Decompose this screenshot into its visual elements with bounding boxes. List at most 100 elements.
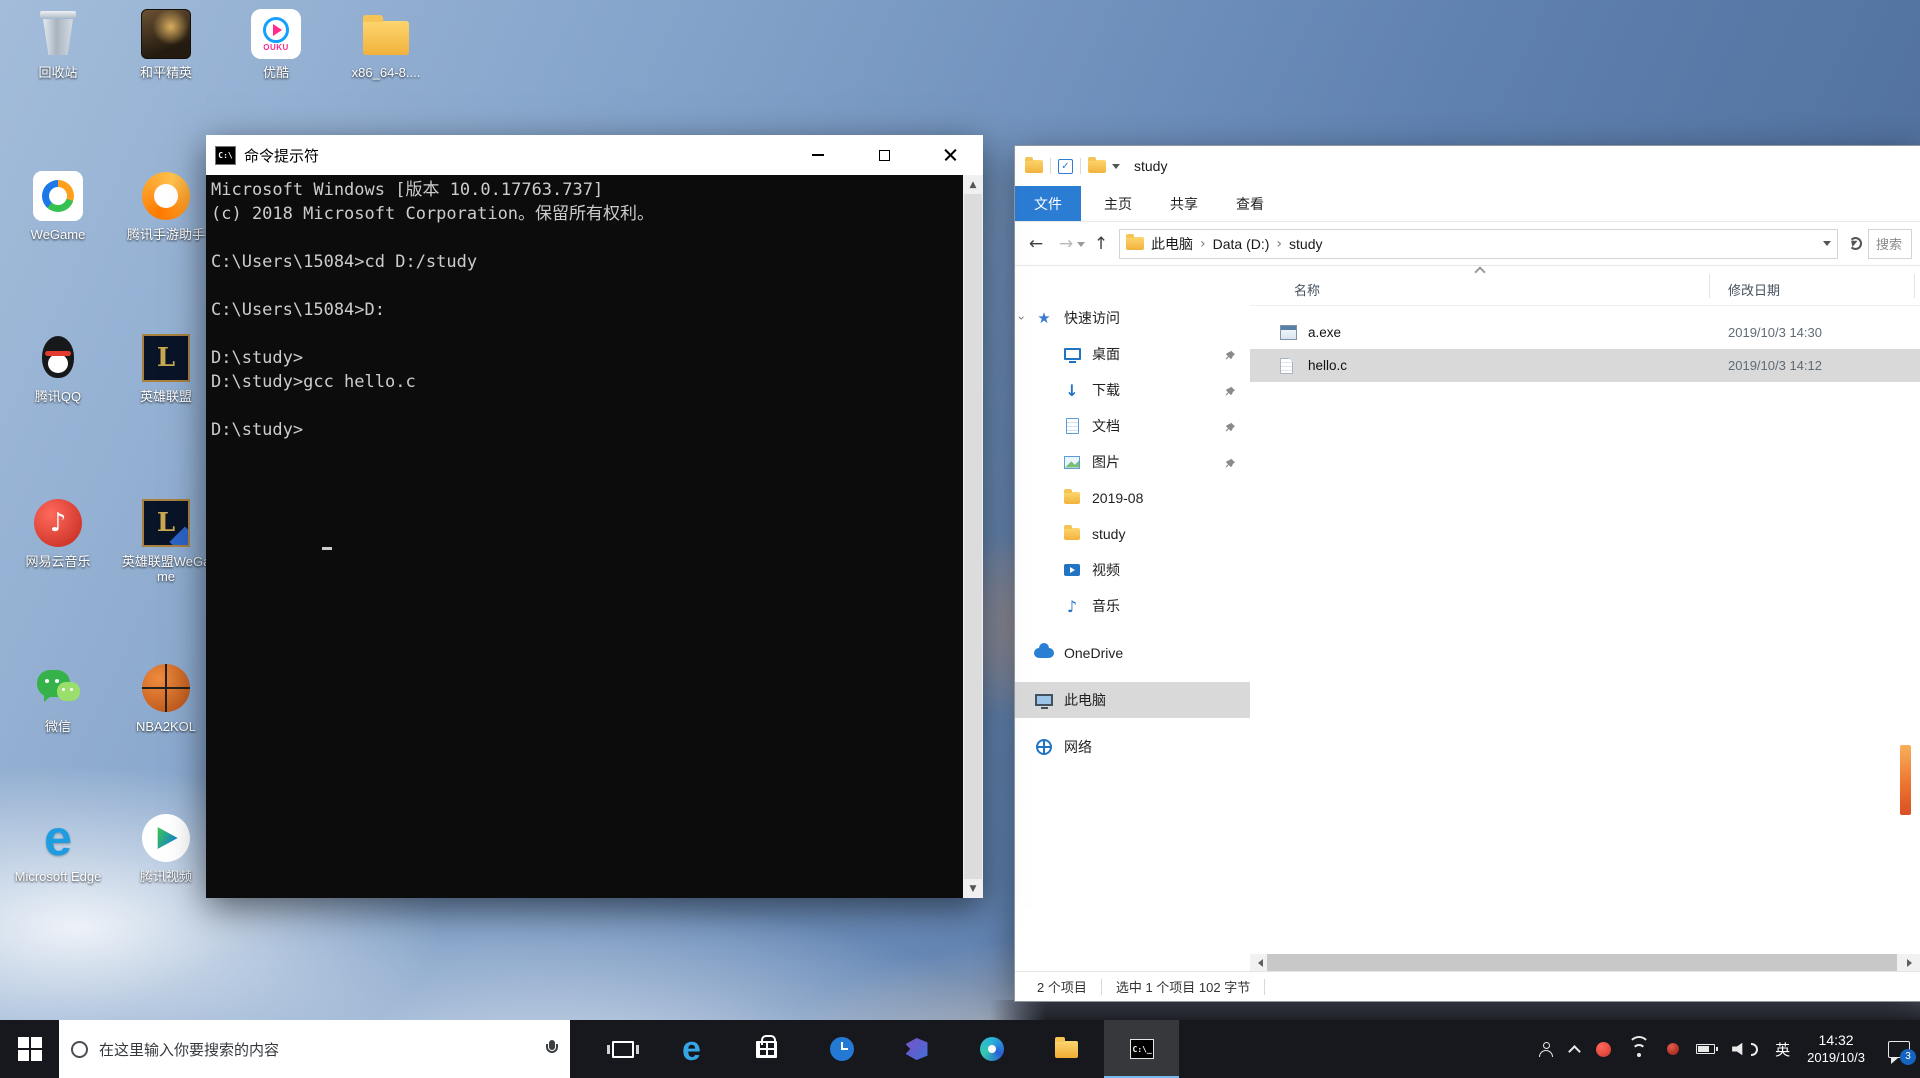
- explorer-main: › ★ 快速访问 桌面 ↓ 下载 文档 图片 2019-08 study 视频 …: [1015, 266, 1920, 971]
- task-view-button[interactable]: [592, 1020, 654, 1078]
- new-folder-icon[interactable]: [1088, 156, 1106, 173]
- cmd-window-title: 命令提示符: [244, 147, 320, 165]
- desktop-icon-peace-elite[interactable]: 和平精英: [118, 8, 214, 80]
- desktop-icon-edge[interactable]: e Microsoft Edge: [10, 810, 106, 884]
- desktop-icon-wechat[interactable]: 微信: [10, 662, 106, 734]
- divider: [1100, 978, 1102, 995]
- desktop-icon-recycle-bin[interactable]: 回收站: [10, 8, 106, 80]
- start-button[interactable]: [0, 1020, 59, 1078]
- column-divider[interactable]: [1709, 274, 1710, 298]
- up-button[interactable]: ↑: [1087, 234, 1115, 254]
- microphone-icon[interactable]: [546, 1040, 558, 1058]
- sidebar-item-network[interactable]: 网络: [1015, 729, 1250, 765]
- scroll-down-icon[interactable]: ▼: [963, 879, 983, 898]
- desktop-icon-wegame[interactable]: WeGame: [10, 170, 106, 242]
- battery-icon[interactable]: [1696, 1044, 1719, 1054]
- taskbar-app-swirl[interactable]: [954, 1020, 1029, 1078]
- properties-check-icon[interactable]: ✓: [1058, 158, 1073, 174]
- action-center-button[interactable]: 3: [1888, 1040, 1916, 1065]
- desktop-icon-lol[interactable]: L 英雄联盟: [118, 332, 214, 404]
- tab-view[interactable]: 查看: [1217, 186, 1283, 221]
- address-box[interactable]: 此电脑 › Data (D:) › study: [1119, 228, 1838, 259]
- sidebar-item-videos[interactable]: 视频: [1015, 552, 1250, 588]
- desktop-icon-tencent-mobile-helper[interactable]: 腾讯手游助手: [118, 170, 214, 242]
- taskbar-search-placeholder: 在这里输入你要搜索的内容: [99, 1041, 280, 1059]
- tray-app-small-red-icon[interactable]: [1667, 1043, 1680, 1055]
- system-tray: 英 14:32 2019/10/3 3: [1539, 1020, 1920, 1078]
- taskbar-app-cmd-active[interactable]: C:\_: [1104, 1020, 1179, 1078]
- cmd-vertical-scrollbar[interactable]: ▲ ▼: [963, 175, 983, 898]
- address-chevron-icon[interactable]: [1823, 241, 1831, 250]
- clock[interactable]: 14:32 2019/10/3: [1807, 1032, 1865, 1066]
- cmd-system-icon[interactable]: C:\: [215, 145, 236, 165]
- history-chevron-icon[interactable]: [1077, 242, 1085, 251]
- back-button[interactable]: ←: [1021, 234, 1051, 254]
- taskbar-app-clock[interactable]: [804, 1020, 879, 1078]
- onedrive-icon: [1033, 643, 1055, 658]
- taskbar-app-file-explorer[interactable]: [1029, 1020, 1104, 1078]
- explorer-titlebar[interactable]: ✓ study: [1015, 146, 1920, 186]
- cmd-scrollbar-thumb[interactable]: [964, 194, 982, 879]
- qat-customize-chevron-icon[interactable]: [1112, 163, 1120, 173]
- desktop-icon-nba2kol[interactable]: NBA2KOL: [118, 662, 214, 734]
- file-row-hello-c[interactable]: hello.c 2019/10/3 14:12: [1250, 349, 1920, 382]
- desktop-icon-x86-folder[interactable]: x86_64-8....: [338, 8, 434, 80]
- tab-home[interactable]: 主页: [1085, 186, 1151, 221]
- scroll-left-icon[interactable]: [1250, 954, 1267, 971]
- cmd-minimize-button[interactable]: [785, 135, 851, 175]
- sidebar-item-desktop[interactable]: 桌面: [1015, 336, 1250, 372]
- sidebar-item-documents[interactable]: 文档: [1015, 408, 1250, 444]
- column-header-date[interactable]: 修改日期: [1728, 280, 1780, 299]
- visual-studio-icon: [905, 1038, 928, 1060]
- breadcrumb-this-pc[interactable]: 此电脑: [1144, 234, 1200, 254]
- sidebar-item-this-pc[interactable]: 此电脑: [1015, 682, 1250, 718]
- language-indicator[interactable]: 英: [1775, 1039, 1790, 1060]
- people-button[interactable]: [1539, 1041, 1554, 1057]
- sidebar-item-downloads[interactable]: ↓ 下载: [1015, 372, 1250, 408]
- pin-icon: [1225, 456, 1236, 472]
- taskbar-app-edge[interactable]: e: [654, 1020, 729, 1078]
- column-header-name[interactable]: 名称: [1294, 280, 1320, 299]
- breadcrumb-drive-d[interactable]: Data (D:): [1206, 236, 1277, 252]
- desktop-icon-netease-music[interactable]: ♪ 网易云音乐: [10, 497, 106, 569]
- horizontal-scrollbar[interactable]: [1250, 954, 1920, 971]
- desktop-icon-label: 英雄联盟WeGame: [121, 554, 211, 584]
- cmd-maximize-button[interactable]: [851, 135, 917, 175]
- tab-file[interactable]: 文件: [1015, 186, 1081, 221]
- taskbar-app-store[interactable]: [729, 1020, 804, 1078]
- chevron-down-icon[interactable]: ›: [1015, 316, 1028, 321]
- desktop: 回收站 和平精英 OUKU 优酷 x86_64-8.... WeGame 腾讯手…: [0, 0, 1920, 1078]
- tab-share[interactable]: 共享: [1151, 186, 1217, 221]
- refresh-button[interactable]: [1842, 237, 1868, 250]
- sidebar-item-2019-08[interactable]: 2019-08: [1015, 480, 1250, 516]
- desktop-icon-tencent-video[interactable]: 腾讯视频: [118, 812, 214, 884]
- horizontal-scrollbar-thumb[interactable]: [1267, 954, 1897, 971]
- desktop-icon-label: x86_64-8....: [351, 65, 421, 80]
- column-divider[interactable]: [1914, 274, 1915, 298]
- sidebar-item-music[interactable]: ♪ 音乐: [1015, 588, 1250, 624]
- desktop-icon-lol-wegame[interactable]: L 英雄联盟WeGame: [118, 497, 214, 584]
- volume-icon[interactable]: [1732, 1042, 1759, 1057]
- hidden-icons-chevron-icon[interactable]: [1568, 1043, 1582, 1058]
- cmd-terminal[interactable]: Microsoft Windows [版本 10.0.17763.737] (c…: [206, 175, 983, 898]
- pin-icon: [1225, 420, 1236, 436]
- sidebar-item-quick-access[interactable]: › ★ 快速访问: [1015, 300, 1250, 336]
- scroll-up-icon[interactable]: ▲: [963, 175, 983, 194]
- sidebar-item-study[interactable]: study: [1015, 516, 1250, 552]
- sidebar-item-onedrive[interactable]: OneDrive: [1015, 635, 1250, 671]
- explorer-search-input[interactable]: 搜索: [1868, 228, 1912, 259]
- breadcrumb-study[interactable]: study: [1282, 236, 1329, 252]
- lol-icon: L: [140, 332, 192, 384]
- file-row-a-exe[interactable]: a.exe 2019/10/3 14:30: [1250, 316, 1920, 349]
- taskbar-search-input[interactable]: 在这里输入你要搜索的内容: [59, 1020, 570, 1078]
- wifi-icon[interactable]: [1628, 1035, 1651, 1058]
- desktop-icon-youku[interactable]: OUKU 优酷: [228, 8, 324, 80]
- scroll-right-icon[interactable]: [1903, 954, 1920, 971]
- taskbar-app-visual-studio[interactable]: [879, 1020, 954, 1078]
- desktop-icon-qq[interactable]: 腾讯QQ: [10, 332, 106, 404]
- sidebar-item-pictures[interactable]: 图片: [1015, 444, 1250, 480]
- cmd-titlebar[interactable]: C:\ 命令提示符: [206, 135, 983, 175]
- cmd-close-button[interactable]: [917, 135, 983, 175]
- file-explorer-icon: [1055, 1036, 1078, 1058]
- tray-app-red-icon[interactable]: [1596, 1041, 1612, 1057]
